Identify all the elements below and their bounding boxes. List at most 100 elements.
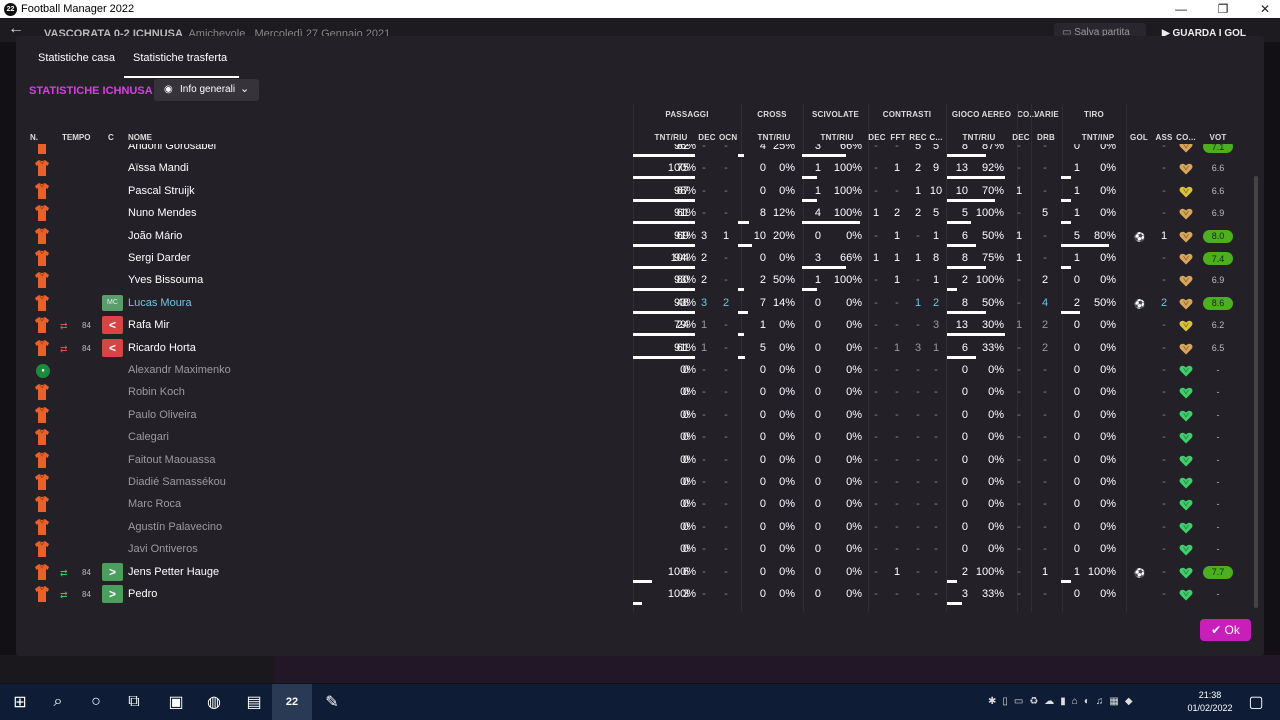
clock-time: 21:38 — [1198, 690, 1222, 700]
search-icon[interactable]: ⌕ — [38, 684, 78, 720]
player-name[interactable]: Andoni Gorosabel — [128, 144, 216, 152]
table-row[interactable]: Marc Roca 0 0% 0 0% 0 0% 0 0% 0 0% - - - - - - - - - - — [16, 494, 1248, 516]
minimize-button[interactable]: — — [1166, 0, 1196, 18]
maximize-button[interactable]: ❐ — [1208, 0, 1238, 18]
football-manager-taskbar-icon[interactable]: 22 — [272, 684, 312, 720]
table-row[interactable]: ⇄ 84 > Pedro 3 100% 0 0% 0 0% 3 33% 0 0% - - - - - - - - - - — [16, 584, 1248, 606]
table-row[interactable]: Javi Ontiveros 0 0% 0 0% 0 0% 0 0% 0 0% - - - - - - - - - - — [16, 539, 1248, 561]
player-name[interactable]: Pascal Struijk — [128, 185, 195, 197]
column-header-co_dec[interactable]: DEC — [1012, 133, 1030, 142]
column-header-vot[interactable]: VOT — [1203, 133, 1233, 142]
table-row[interactable]: ⇄ 84 > Jens Petter Hauge 6 100% 0 0% 0 0% 2 100% 1 10… — [16, 562, 1248, 584]
stat-cc: - — [934, 476, 938, 488]
column-header-cross_tnt[interactable]: TNT/RIU — [751, 133, 797, 142]
table-row[interactable]: Robin Koch 0 0% 0 0% 0 0% 0 0% 0 0% - - - - - - - - - - — [16, 382, 1248, 404]
table-row[interactable]: Aïssa Mandi 75 100% 0 0% 1 100% 13 92% 1 0% - - -1 2 9-… — [16, 158, 1248, 180]
player-name[interactable]: Agustín Palavecino — [128, 521, 222, 533]
table-row[interactable]: ● Alexandr Maximenko 0 0% 0 0% 0 0% 0 0% 0 0% - - - - - -… — [16, 360, 1248, 382]
table-row[interactable]: Pascal Struijk 67 98% 0 0% 1 100% 10 70% 1 0% - - - -1… — [16, 181, 1248, 203]
ok-button[interactable]: ✔ Ok — [1200, 619, 1251, 641]
player-name[interactable]: Sergi Darder — [128, 252, 190, 264]
column-header-sciv_tnt[interactable]: TNT/RIU — [814, 133, 860, 142]
rating-badge: 8.6 — [1203, 296, 1233, 310]
scrollbar[interactable] — [1254, 176, 1258, 608]
column-header-pass_dec[interactable]: DEC — [698, 133, 716, 142]
cortana-icon[interactable]: ○ — [76, 684, 116, 720]
pass-percent: 0% — [680, 364, 696, 376]
stat-ass: - — [1162, 184, 1166, 197]
column-header-c[interactable]: C — [108, 133, 114, 142]
aereo-bar — [947, 333, 1005, 337]
pass-bar — [633, 243, 695, 247]
cross-percent: 0% — [779, 319, 795, 332]
table-row[interactable]: Diadié Samassékou 0 0% 0 0% 0 0% 0 0% 0 0% - - - - - - - -… — [16, 472, 1248, 494]
taskbar-clock[interactable]: 21:38 01/02/2022 — [1182, 689, 1238, 715]
player-name[interactable]: Lucas Moura — [128, 297, 192, 309]
column-header-con_dec[interactable]: DEC — [868, 133, 886, 142]
table-row[interactable]: Agustín Palavecino 0 0% 0 0% 0 0% 0 0% 0 0% - - - - - - -… — [16, 517, 1248, 539]
player-name[interactable]: Alexandr Maximenko — [128, 364, 231, 376]
player-name[interactable]: Aïssa Mandi — [128, 162, 189, 174]
player-name[interactable]: Robin Koch — [128, 386, 185, 398]
player-name[interactable]: Yves Bissouma — [128, 274, 203, 286]
table-row[interactable]: Andoni Gorosabel 82 96% 4 25% 3 66% 8 87% 0 0% - - - -… — [16, 144, 1248, 158]
stat-cc: 1 — [932, 229, 940, 242]
player-name[interactable]: Paulo Oliveira — [128, 409, 196, 421]
stat-pdec: - — [702, 498, 706, 511]
view-filter-dropdown[interactable]: ◉ Info generali ⌄ — [154, 79, 259, 101]
sciv-percent: 0% — [846, 543, 862, 556]
table-row[interactable]: MC Lucas Moura 48 93% 7 14% 0 0% 8 50% 2 50% 3 2- -1 2-… — [16, 293, 1248, 315]
player-name[interactable]: Calegari — [128, 431, 169, 443]
task-view-icon[interactable]: ⧉ — [114, 684, 154, 720]
file-explorer-icon[interactable]: ▤ — [234, 684, 274, 720]
column-header-con_c[interactable]: C... — [927, 133, 945, 142]
player-name[interactable]: Pedro — [128, 588, 157, 600]
table-row[interactable]: João Mário 69 91% 10 20% 0 0% 6 50% 5 80% 3 1-1-1 1-1… — [16, 226, 1248, 248]
paint-icon[interactable]: ✎ — [312, 684, 352, 720]
player-name[interactable]: Diadié Samassékou — [128, 476, 226, 488]
tab-home-stats[interactable]: Statistiche casa — [38, 52, 115, 64]
column-header-co[interactable]: CO... — [1175, 133, 1197, 142]
table-row[interactable]: ⇄ 84 < Ricardo Horta 61 91% 5 0% 0 0% 6 33% 0 0% 1- -1 3… — [16, 338, 1248, 360]
table-row[interactable]: Calegari 0 0% 0 0% 0 0% 0 0% 0 0% - - - - - - - - - - — [16, 427, 1248, 449]
player-name[interactable]: Nuno Mendes — [128, 207, 197, 219]
table-row[interactable]: Nuno Mendes 61 91% 8 12% 4 100% 5 100% 1 0% - -1 2 2 5-… — [16, 203, 1248, 225]
stat-cc: - — [934, 565, 938, 578]
table-row[interactable]: Faitout Maouassa 0 0% 0 0% 0 0% 0 0% 0 0% - - - - - - - - -… — [16, 450, 1248, 472]
column-header-varie_drb[interactable]: DRB — [1036, 133, 1056, 142]
column-header-con_fft[interactable]: FFT — [889, 133, 907, 142]
column-header-tempo[interactable]: TEMPO — [62, 133, 90, 142]
column-header-tiro_tnt[interactable]: TNT/INP — [1075, 133, 1121, 142]
table-row[interactable]: Paulo Oliveira 0 0% 0 0% 0 0% 0 0% 0 0% - - - - - - - - - - — [16, 405, 1248, 427]
table-row[interactable]: Sergi Darder 104 94% 0 0% 3 66% 8 75% 1 0% 2-1 1 1 8 1-… — [16, 248, 1248, 270]
player-name[interactable]: João Mário — [128, 230, 182, 242]
table-row[interactable]: Yves Bissouma 80 93% 2 50% 1 100% 2 100% 0 0% 2- -1-… — [16, 270, 1248, 292]
chrome-icon[interactable]: ◍ — [194, 684, 234, 720]
shirt-icon — [35, 144, 49, 154]
column-header-nome[interactable]: NOME — [128, 133, 152, 142]
column-header-aereo_tnt[interactable]: TNT/RIU — [956, 133, 1002, 142]
player-name[interactable]: Ricardo Horta — [128, 342, 196, 354]
column-header-pass_tnt[interactable]: TNT/RIU — [648, 133, 694, 142]
windows-start-icon[interactable]: ⊞ — [0, 684, 40, 720]
column-header-gol[interactable]: GOL — [1128, 133, 1150, 142]
player-name[interactable]: Marc Roca — [128, 498, 181, 510]
player-name[interactable]: Jens Petter Hauge — [128, 566, 219, 578]
player-name[interactable]: Rafa Mir — [128, 319, 170, 331]
stat-ass: - — [1162, 319, 1166, 332]
tab-away-stats[interactable]: Statistiche trasferta — [133, 52, 227, 64]
goal-ball-icon: ⚽ — [1134, 567, 1146, 578]
app-window-icon[interactable]: ▣ — [156, 684, 196, 720]
column-header-n[interactable]: N. — [30, 133, 38, 142]
column-header-pass_ocn[interactable]: OCN — [719, 133, 737, 142]
player-name[interactable]: Javi Ontiveros — [128, 543, 198, 555]
stat-ass: - — [1162, 341, 1166, 354]
column-header-con_rec[interactable]: REC — [909, 133, 927, 142]
close-button[interactable]: ✕ — [1250, 0, 1280, 18]
table-row[interactable]: ⇄ 84 < Rafa Mir 24 79% 1 0% 0 0% 13 30% 0 0% 1- - - -3 1 2-… — [16, 315, 1248, 337]
player-name[interactable]: Faitout Maouassa — [128, 454, 215, 466]
column-header-ass[interactable]: ASS — [1153, 133, 1175, 142]
system-tray-icons[interactable]: ✱▯▭♻☁▮⌂◐♫▦◆ — [988, 696, 1139, 707]
notifications-icon[interactable]: ▢ — [1236, 684, 1276, 720]
sciv-bar — [802, 154, 846, 157]
